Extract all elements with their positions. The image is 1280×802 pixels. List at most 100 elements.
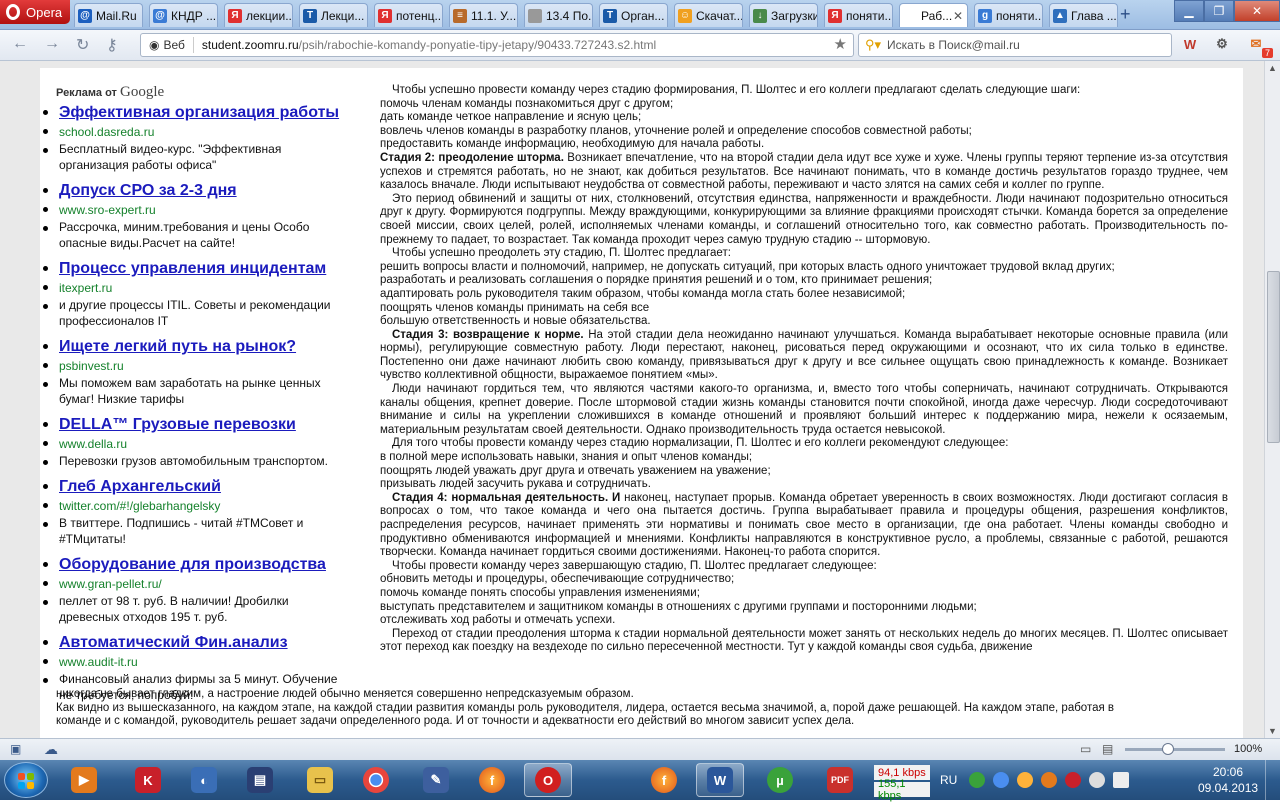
article-list-item: дать команде четкое направление и ясную … — [380, 111, 642, 124]
browser-tab[interactable]: Раб... ✕ — [899, 3, 968, 27]
images-toggle-icon[interactable]: ▤ — [1102, 742, 1113, 756]
ad-url-link[interactable]: www.della.ru — [59, 435, 346, 453]
scrollbar-thumb[interactable] — [1267, 271, 1280, 443]
ad-url-link[interactable]: www.gran-pellet.ru/ — [59, 575, 346, 593]
article-list-item: адаптировать роль руководителя таким обр… — [380, 287, 906, 300]
volume-icon[interactable] — [1113, 772, 1130, 788]
ad-title-link[interactable]: Глеб Архангельский — [59, 477, 346, 497]
word-icon[interactable]: W — [696, 763, 744, 797]
browser-tab[interactable]: Ялекции... — [224, 3, 293, 27]
browser-tab[interactable]: T Лекци... — [299, 3, 368, 27]
tray-icon-orange[interactable] — [1041, 772, 1058, 788]
zoom-level[interactable]: 100% — [1234, 743, 1262, 755]
browser-tab[interactable]: Японяти... — [824, 3, 893, 27]
ad-item: DELLA™ Грузовые перевозки www.della.ru Пер… — [43, 415, 346, 469]
firefox-tray-icon[interactable] — [1017, 772, 1034, 788]
browser-tab[interactable]: ↓ Загрузки — [749, 3, 818, 27]
back-icon[interactable]: ← — [12, 35, 28, 53]
opera-unite-icon[interactable]: ☁ — [44, 741, 58, 758]
ad-url-link[interactable]: www.audit-it.ru — [59, 653, 346, 671]
stage-heading: Стадия 2: преодоление шторма. — [380, 151, 564, 164]
zoom-slider[interactable] — [1125, 748, 1225, 751]
list-bullet — [43, 484, 48, 489]
reload-icon[interactable]: ↻ — [76, 35, 89, 55]
tray-icon-red[interactable] — [1065, 772, 1082, 788]
article-list-item: решить вопросы власти и полномочий, напр… — [380, 260, 1115, 273]
ad-url-link[interactable]: twitter.com/#!/glebarhangelsky — [59, 497, 346, 515]
search-engine-icon[interactable]: ⚲▾ — [865, 37, 881, 53]
media-player-icon[interactable]: ▶ — [60, 763, 108, 797]
bookmark-star-icon[interactable]: ★ — [834, 35, 847, 53]
tray-icon-blue[interactable] — [993, 772, 1010, 788]
maximize-icon[interactable]: ❐ — [1204, 0, 1234, 22]
show-desktop-button[interactable] — [1265, 760, 1280, 800]
ad-url-link[interactable]: www.sro-expert.ru — [59, 201, 346, 219]
search-field[interactable]: ⚲▾ Искать в Поиск@mail.ru — [858, 33, 1172, 57]
tab-favicon-icon: @ — [153, 8, 167, 23]
tab-close-icon[interactable]: ✕ — [953, 9, 967, 23]
article-paragraph: Чтобы успешно преодолеть эту стадию, П. … — [392, 247, 731, 260]
browser-tab[interactable]: ≡ 11.1. У... — [449, 3, 518, 27]
article-paragraph: Как видно из вышесказанного, на каждом э… — [56, 701, 1115, 714]
key-icon[interactable]: ⚷ — [106, 35, 118, 55]
ad-title-link[interactable]: Эффективная организация работы — [59, 103, 346, 123]
browser-tab[interactable]: ☺ Скачат... — [674, 3, 743, 27]
drawing-app-icon[interactable]: ✎ — [412, 763, 460, 797]
browser-tab[interactable]: 13.4 По... — [524, 3, 593, 27]
utorrent-tray-icon[interactable] — [969, 772, 986, 788]
start-button[interactable] — [4, 762, 48, 798]
firefox-icon[interactable]: f — [468, 763, 516, 797]
firefox-window-icon[interactable]: f — [640, 763, 688, 797]
article-paragraph: Для того чтобы провести команду через ст… — [392, 437, 1009, 450]
scroll-up-icon[interactable]: ▲ — [1268, 63, 1277, 73]
browser-tab[interactable]: T Орган... — [599, 3, 668, 27]
pdf-reader-icon[interactable]: PDF — [816, 763, 864, 797]
browser-tab[interactable]: g поняти... — [974, 3, 1043, 27]
browser-tab[interactable]: ▲ Глава ... — [1049, 3, 1118, 27]
forward-icon[interactable]: → — [44, 35, 60, 53]
ad-url-link[interactable]: psbinvest.ru — [59, 357, 346, 375]
save-app-icon[interactable]: ▤ — [236, 763, 284, 797]
vertical-scrollbar[interactable]: ▲ ▼ — [1264, 61, 1280, 738]
opera-menu-button[interactable]: Opera — [0, 0, 70, 24]
utorrent-icon[interactable]: µ — [756, 763, 804, 797]
browser-tab[interactable]: Япотенц... — [374, 3, 443, 27]
browser-tab[interactable]: @ КНДР ... — [149, 3, 218, 27]
list-bullet — [43, 148, 48, 153]
opera-taskbar-icon[interactable]: O — [524, 763, 572, 797]
ad-title-link[interactable]: DELLA™ Грузовые перевозки — [59, 415, 346, 435]
zoom-slider-handle[interactable] — [1162, 743, 1174, 755]
minimize-icon[interactable]: ▁ — [1174, 0, 1204, 22]
net-upload-speed: 155,1 kbps — [874, 778, 930, 802]
tools-icon[interactable]: ⚙ — [1212, 34, 1232, 54]
page-view-icon[interactable]: ▭ — [1080, 742, 1091, 756]
wot-extension-icon[interactable]: W — [1180, 34, 1200, 54]
list-bullet — [43, 207, 48, 212]
ad-title-link[interactable]: Допуск СРО за 2-3 дня — [59, 181, 346, 201]
ad-title-link[interactable]: Оборудование для производства — [59, 555, 346, 575]
ad-title-link[interactable]: Ищете легкий путь на рынок? — [59, 337, 346, 357]
app-icon-blue[interactable]: ◐ — [180, 763, 228, 797]
ad-description: пеллет от 98 т. руб. В наличии! Дробилки… — [59, 594, 289, 624]
new-tab-button[interactable]: + — [1120, 4, 1131, 25]
chrome-icon[interactable] — [352, 763, 400, 797]
system-clock[interactable]: 20:06 09.04.2013 — [1198, 764, 1258, 796]
ad-url-link[interactable]: school.dasreda.ru — [59, 123, 346, 141]
scroll-down-icon[interactable]: ▼ — [1268, 726, 1277, 736]
url-host: student.zoomru.ru — [201, 38, 299, 52]
network-icon[interactable] — [1089, 772, 1106, 788]
ad-url-link[interactable]: itexpert.ru — [59, 279, 346, 297]
ad-title-link[interactable]: Автоматический Фин.анализ — [59, 633, 346, 653]
tab-label: поняти... — [996, 8, 1042, 23]
app-icon-red[interactable]: K — [124, 763, 172, 797]
web-badge[interactable]: ◉ Веб — [149, 38, 185, 52]
language-indicator[interactable]: RU — [940, 773, 957, 787]
browser-tab[interactable]: @ Mail.Ru — [74, 3, 143, 27]
close-icon[interactable]: ✕ — [1234, 0, 1280, 22]
article-list-item: вовлечь членов команды в разработку план… — [380, 124, 972, 137]
explorer-folder-icon[interactable]: ▭ — [296, 763, 344, 797]
article-list-item: в полной мере использовать навыки, знани… — [380, 451, 753, 464]
address-field[interactable]: ◉ Веб student.zoomru.ru/psih/rabochie-ko… — [140, 33, 854, 57]
panel-toggle-icon[interactable]: ▣ — [10, 742, 21, 756]
ad-title-link[interactable]: Процесс управления инцидентам — [59, 259, 346, 279]
